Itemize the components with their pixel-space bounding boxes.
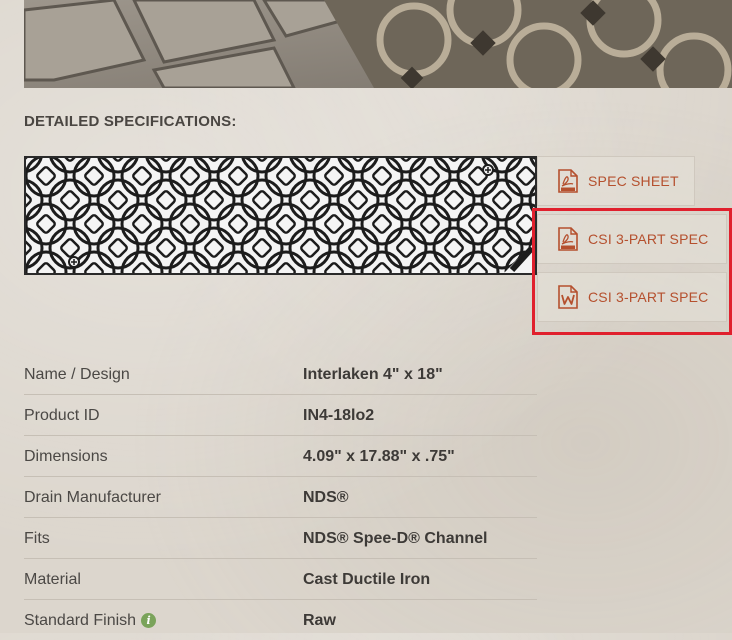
spec-key: Name / Design (24, 366, 130, 383)
spec-value: NDS® (303, 489, 349, 506)
spec-row-standard-finish: Standard Finish i Raw (24, 600, 537, 640)
spec-row-drain-manufacturer: Drain Manufacturer NDS® (24, 477, 537, 518)
spec-row-fits: Fits NDS® Spee-D® Channel (24, 518, 537, 559)
word-file-icon (558, 285, 578, 309)
spec-key: Fits (24, 530, 50, 547)
info-icon[interactable]: i (141, 613, 157, 628)
spec-key: Product ID (24, 407, 100, 424)
spec-value: NDS® Spee-D® Channel (303, 530, 488, 547)
spec-value: Raw (303, 612, 336, 629)
specifications-table: Name / Design Interlaken 4" x 18" Produc… (24, 354, 537, 640)
spec-key: Drain Manufacturer (24, 489, 161, 506)
spec-row-product-id: Product ID IN4-18lo2 (24, 395, 537, 436)
spec-key: Material (24, 571, 81, 588)
spec-key: Standard Finish (24, 612, 137, 629)
spec-value: 4.09" x 17.88" x .75" (303, 448, 455, 465)
spec-sheet-button[interactable]: SPEC SHEET (537, 156, 695, 206)
spec-value: IN4-18lo2 (303, 407, 375, 424)
spec-row-material: Material Cast Ductile Iron (24, 559, 537, 600)
spec-row-dimensions: Dimensions 4.09" x 17.88" x .75" (24, 436, 537, 477)
section-title: DETAILED SPECIFICATIONS: (24, 113, 237, 130)
spec-value: Cast Ductile Iron (303, 571, 431, 588)
spec-row-name-design: Name / Design Interlaken 4" x 18" (24, 354, 537, 395)
csi-3-part-spec-pdf-button[interactable]: CSI 3-PART SPEC (537, 214, 727, 264)
grate-design-image (24, 156, 537, 275)
pdf-file-icon (558, 169, 578, 193)
csi-3-part-spec-word-button[interactable]: CSI 3-PART SPEC (537, 272, 727, 322)
csi-3-part-spec-pdf-label: CSI 3-PART SPEC (588, 231, 709, 247)
hero-product-photo (24, 0, 732, 88)
csi-3-part-spec-word-label: CSI 3-PART SPEC (588, 289, 709, 305)
spec-sheet-label: SPEC SHEET (588, 173, 679, 189)
spec-key-wrapper: Standard Finish i (24, 612, 157, 630)
pdf-file-icon (558, 227, 578, 251)
spec-key: Dimensions (24, 448, 108, 465)
spec-value: Interlaken 4" x 18" (303, 366, 443, 383)
